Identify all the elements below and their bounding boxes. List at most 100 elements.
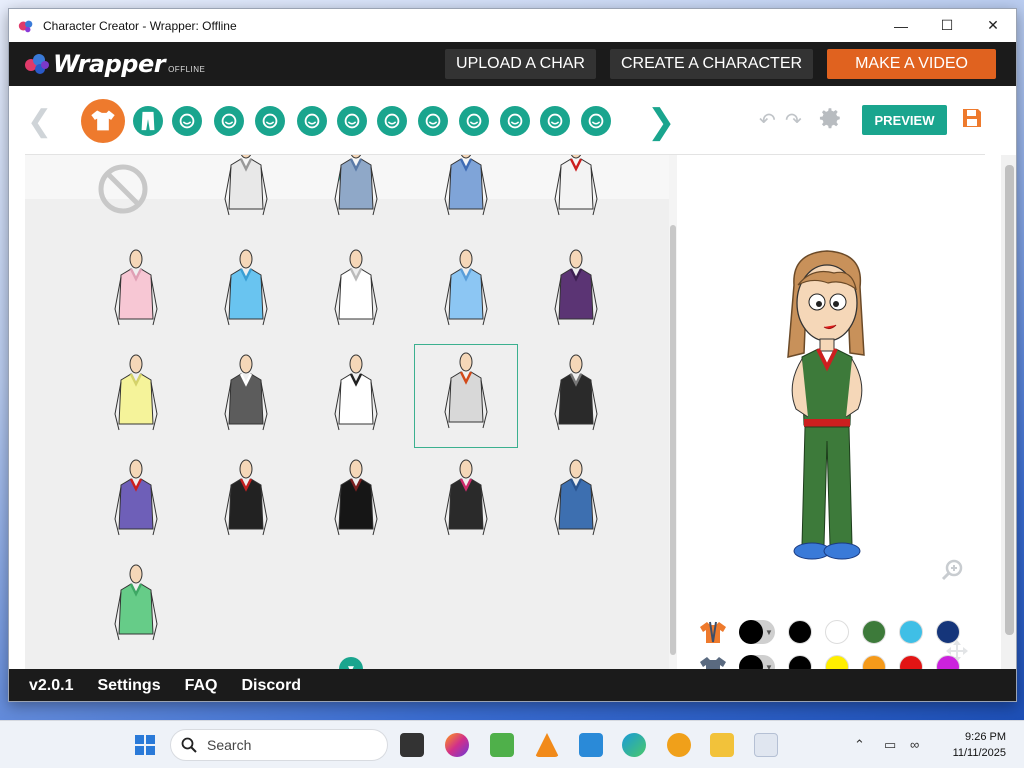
wardrobe-item[interactable]: [211, 350, 281, 442]
wardrobe-item[interactable]: [321, 455, 391, 547]
color-swatch-row1-3[interactable]: [899, 620, 923, 644]
version-label: v2.0.1: [29, 677, 74, 694]
clock-time: 9:26 PM: [965, 731, 1006, 743]
vlc-icon[interactable]: [535, 733, 559, 757]
chevron-right-icon[interactable]: ❯: [647, 102, 676, 142]
shirt-preview-icon: [444, 249, 488, 326]
wardrobe-scrollbar[interactable]: [669, 155, 677, 669]
wardrobe-item[interactable]: [321, 350, 391, 442]
color-swatch-row1-1[interactable]: [825, 620, 849, 644]
shirt-preview-icon: [224, 155, 268, 216]
head-icon: [179, 113, 195, 129]
category-beard-button[interactable]: [581, 106, 611, 136]
scroll-down-button[interactable]: ▼: [339, 657, 363, 669]
wardrobe-item[interactable]: [431, 155, 501, 227]
mustache-icon: [466, 113, 482, 129]
category-glasses-button[interactable]: [540, 106, 570, 136]
windows-start-icon[interactable]: [134, 734, 156, 756]
category-face-button[interactable]: [255, 106, 285, 136]
settings-link[interactable]: Settings: [97, 677, 160, 695]
shirt-color-icon: [700, 621, 726, 643]
window-scrollbar-thumb[interactable]: [1005, 165, 1014, 635]
wardrobe-item[interactable]: [431, 245, 501, 337]
color-picker-dropdown[interactable]: ▼: [739, 620, 775, 644]
search-app-icon[interactable]: [667, 733, 691, 757]
chevron-down-icon: ▼: [765, 627, 773, 637]
wardrobe-item[interactable]: [541, 245, 611, 337]
upload-char-button[interactable]: UPLOAD A CHAR: [445, 49, 596, 79]
footer-bar: v2.0.1 Settings FAQ Discord: [9, 669, 1016, 701]
category-mouth-button[interactable]: [297, 106, 327, 136]
category-shirt-button[interactable]: [81, 99, 125, 143]
shirt-preview-icon: [554, 354, 598, 431]
wrapper-taskbar-icon[interactable]: [754, 733, 778, 757]
category-eyebrows-button[interactable]: [377, 106, 407, 136]
save-icon[interactable]: [961, 107, 983, 129]
display-icon[interactable]: ▭: [884, 737, 896, 753]
wardrobe-item[interactable]: [101, 350, 171, 442]
color-swatch-row1-2[interactable]: [862, 620, 886, 644]
wardrobe-item-selected[interactable]: [414, 344, 518, 448]
wrapper-logo[interactable]: Wrapper OFFLINE: [23, 50, 431, 78]
color-swatch-row1-4[interactable]: [936, 620, 960, 644]
wardrobe-item[interactable]: [431, 455, 501, 547]
vscode-icon[interactable]: [579, 733, 603, 757]
app-icon: [18, 20, 33, 32]
preview-button[interactable]: PREVIEW: [862, 105, 947, 135]
category-head-button[interactable]: [172, 106, 202, 136]
logo-text: Wrapper: [53, 50, 166, 78]
wardrobe-item[interactable]: [211, 245, 281, 337]
wardrobe-grid: ▲ ▼: [25, 155, 669, 669]
make-video-button[interactable]: MAKE A VIDEO: [827, 49, 996, 79]
wardrobe-item[interactable]: [321, 155, 391, 227]
chevron-up-icon[interactable]: ⌃: [854, 737, 865, 753]
edge-icon[interactable]: [622, 733, 646, 757]
taskbar-search[interactable]: Search: [170, 729, 388, 761]
network-icon[interactable]: ∞: [910, 737, 919, 752]
shirt-preview-icon: [224, 459, 268, 536]
undo-icon[interactable]: ↶: [759, 108, 776, 133]
color-swatch-black: [739, 620, 763, 644]
category-ear-button[interactable]: [337, 106, 367, 136]
color-swatch-row1-0[interactable]: [788, 620, 812, 644]
task-view-icon[interactable]: [400, 733, 424, 757]
wardrobe-scrollbar-thumb[interactable]: [670, 225, 676, 655]
wardrobe-item[interactable]: [101, 455, 171, 547]
system-clock[interactable]: 9:26 PM 11/11/2025: [938, 729, 1006, 761]
discord-link[interactable]: Discord: [242, 677, 302, 695]
firefox-icon[interactable]: [445, 733, 469, 757]
category-hair-button[interactable]: [214, 106, 244, 136]
wardrobe-item[interactable]: [541, 350, 611, 442]
create-character-button[interactable]: CREATE A CHARACTER: [609, 49, 814, 79]
faq-link[interactable]: FAQ: [185, 677, 218, 695]
wardrobe-item[interactable]: [101, 245, 171, 337]
zoom-in-icon[interactable]: [941, 559, 963, 581]
notepad-icon[interactable]: [490, 733, 514, 757]
primary-color-row: ▼: [699, 620, 973, 644]
wardrobe-item[interactable]: [541, 455, 611, 547]
app-header: Wrapper OFFLINE UPLOAD A CHAR CREATE A C…: [9, 42, 1016, 86]
search-placeholder: Search: [207, 737, 252, 753]
wardrobe-item[interactable]: [211, 155, 281, 227]
category-pants-button[interactable]: [133, 106, 163, 136]
shirt-preview-icon: [334, 354, 378, 431]
shirt-preview-icon: [444, 155, 488, 216]
maximize-icon[interactable]: ☐: [924, 9, 970, 42]
chevron-left-icon[interactable]: ❮: [27, 104, 52, 139]
wardrobe-item[interactable]: [321, 245, 391, 337]
minimize-icon[interactable]: —: [878, 9, 924, 42]
eyebrows-icon: [384, 113, 400, 129]
close-icon[interactable]: ✕: [970, 9, 1016, 42]
file-explorer-icon[interactable]: [710, 733, 734, 757]
category-facial-button[interactable]: [459, 106, 489, 136]
wardrobe-item[interactable]: [541, 155, 611, 227]
wardrobe-item[interactable]: [101, 560, 171, 652]
category-nose-button[interactable]: [500, 106, 530, 136]
window-scrollbar[interactable]: [1001, 155, 1016, 669]
wardrobe-item[interactable]: [211, 455, 281, 547]
gear-icon[interactable]: [817, 105, 843, 131]
glasses-icon: [547, 113, 563, 129]
category-eyes-button[interactable]: [418, 106, 448, 136]
redo-icon[interactable]: ↷: [785, 108, 802, 133]
no-item-icon[interactable]: [97, 163, 149, 215]
